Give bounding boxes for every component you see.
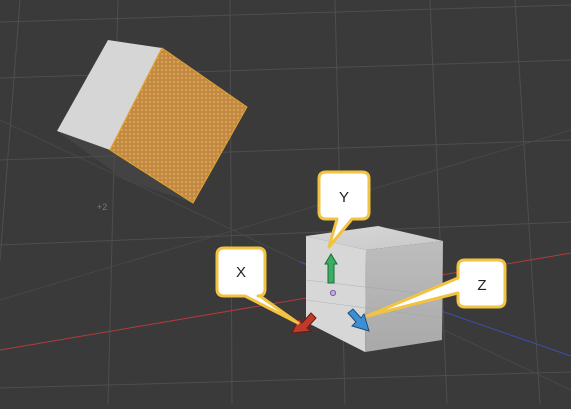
gizmo-center-handle[interactable] xyxy=(329,289,336,296)
grid-label: +2 xyxy=(97,202,107,212)
viewport-canvas[interactable]: +2 Y X Z xyxy=(0,0,571,405)
callout-x-label: X xyxy=(236,264,246,281)
viewport-background xyxy=(0,0,571,404)
callout-y-label: Y xyxy=(339,189,349,206)
callout-z-label: Z xyxy=(477,277,486,294)
3d-viewport[interactable]: +2 Y X Z xyxy=(0,0,571,405)
